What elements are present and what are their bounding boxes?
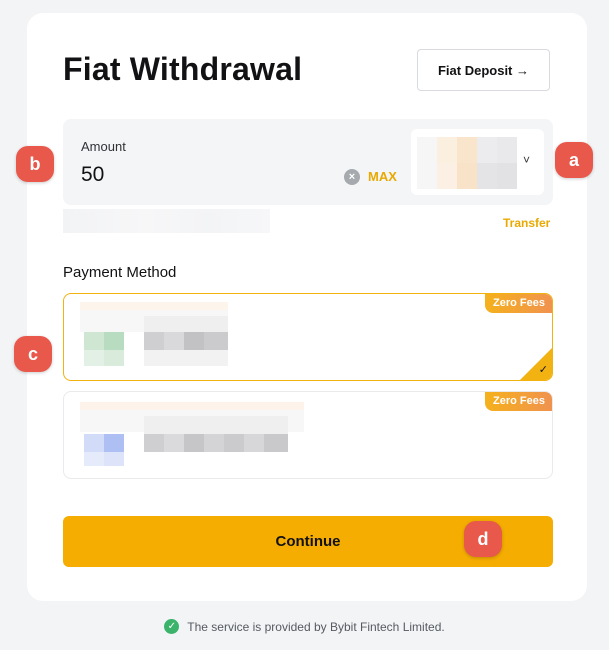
available-balance-blur bbox=[63, 209, 270, 233]
marker-c: c bbox=[14, 336, 52, 372]
payment-method-blur bbox=[80, 302, 228, 368]
marker-d: d bbox=[464, 521, 502, 557]
transfer-link[interactable]: Transfer bbox=[503, 216, 550, 230]
marker-b: b bbox=[16, 146, 54, 182]
payment-method-option[interactable]: Zero Fees bbox=[63, 391, 553, 479]
page-title: Fiat Withdrawal bbox=[63, 51, 303, 87]
payment-method-blur bbox=[80, 402, 304, 468]
footer-note: ✓ The service is provided by Bybit Finte… bbox=[0, 619, 609, 634]
clear-icon[interactable]: × bbox=[344, 169, 360, 185]
amount-label: Amount bbox=[81, 139, 126, 154]
shield-check-icon: ✓ bbox=[164, 619, 180, 634]
chevron-down-icon: ˅ bbox=[522, 153, 530, 167]
payment-method-option[interactable]: Zero Fees ✓ bbox=[63, 293, 553, 381]
withdrawal-card: Fiat Withdrawal Fiat Deposit → Amount 50… bbox=[27, 13, 587, 601]
currency-blur bbox=[417, 137, 517, 189]
zero-fees-badge: Zero Fees bbox=[485, 392, 552, 411]
amount-input[interactable]: 50 bbox=[81, 163, 104, 187]
footer-text: The service is provided by Bybit Fintech… bbox=[187, 619, 445, 634]
max-button[interactable]: MAX bbox=[368, 169, 397, 184]
zero-fees-badge: Zero Fees bbox=[485, 294, 552, 313]
marker-a: a bbox=[555, 142, 593, 178]
payment-method-label: Payment Method bbox=[63, 264, 177, 281]
fiat-deposit-button[interactable]: Fiat Deposit → bbox=[417, 49, 550, 91]
currency-selector[interactable]: ˅ bbox=[411, 129, 544, 195]
amount-field[interactable]: Amount 50 × MAX ˅ bbox=[63, 119, 553, 205]
check-icon: ✓ bbox=[538, 364, 548, 376]
